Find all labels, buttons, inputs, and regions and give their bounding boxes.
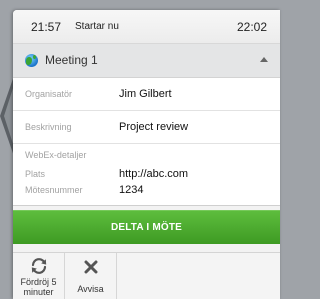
meeting-title: Meeting 1 — [45, 53, 98, 67]
action-bar: Fördröj 5 minuter Avvisa — [13, 252, 280, 299]
description-row: Beskrivning Project review — [13, 111, 280, 144]
snooze-button[interactable]: Fördröj 5 minuter — [13, 253, 65, 299]
meeting-reminder-popup: 21:57 Startar nu 22:02 Meeting 1 Organis… — [13, 10, 280, 299]
snooze-label-line1: Fördröj 5 — [20, 277, 57, 287]
location-label: Plats — [25, 169, 46, 179]
end-time: 22:02 — [236, 20, 267, 34]
refresh-icon — [13, 257, 64, 277]
globe-icon — [25, 54, 38, 67]
chevron-up-icon[interactable] — [260, 57, 268, 62]
join-meeting-button[interactable]: DELTA I MÖTE — [13, 210, 280, 244]
meeting-number-value: 1234 — [119, 184, 144, 196]
organizer-label: Organisatör — [25, 89, 73, 99]
webex-details-header: WebEx-detaljer — [25, 150, 87, 160]
close-icon — [65, 260, 116, 280]
status-text: Startar nu — [75, 21, 119, 32]
start-time: 21:57 — [31, 20, 62, 34]
description-label: Beskrivning — [25, 122, 72, 132]
reminder-header: 21:57 Startar nu 22:02 — [13, 10, 280, 44]
description-value: Project review — [119, 121, 189, 133]
snooze-label-line2: minuter — [23, 287, 54, 297]
dismiss-button[interactable]: Avvisa — [65, 253, 117, 299]
organizer-value: Jim Gilbert — [119, 88, 172, 100]
location-link[interactable]: http://abc.com — [119, 168, 188, 180]
snooze-label: Fördröj 5 minuter — [13, 277, 64, 297]
dismiss-label: Avvisa — [77, 284, 104, 294]
meeting-header[interactable]: Meeting 1 — [13, 44, 280, 78]
organizer-row: Organisatör Jim Gilbert — [13, 78, 280, 111]
meeting-number-label: Mötesnummer — [25, 185, 83, 195]
join-area: DELTA I MÖTE — [13, 205, 280, 253]
